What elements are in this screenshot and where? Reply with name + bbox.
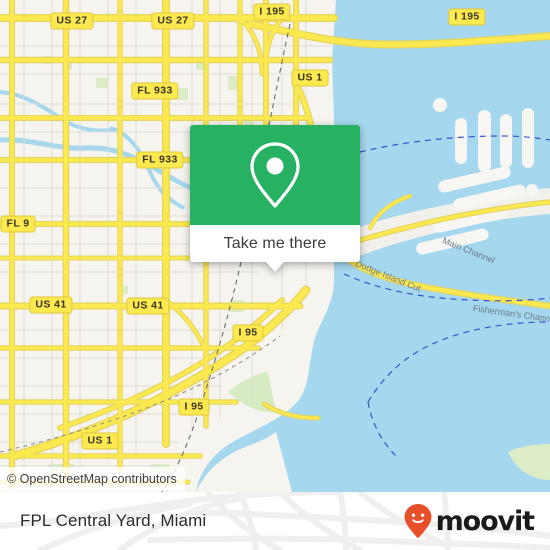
road-shield: US 41 <box>126 297 170 315</box>
callout-action-area[interactable]: Take me there <box>190 225 360 272</box>
footer-content: FPL Central Yard, Miami moovit <box>0 492 550 550</box>
road-shield: US 1 <box>291 69 329 87</box>
road-shield: I 195 <box>448 8 486 26</box>
road-shield: US 27 <box>50 12 94 30</box>
road-shield: I 195 <box>253 3 291 21</box>
road-shield: FL 9 <box>0 215 36 233</box>
road-shield: US 1 <box>81 432 119 450</box>
road-shield: I 95 <box>178 398 210 416</box>
road-shield: FL 933 <box>136 151 184 169</box>
moovit-smiley-pin-icon <box>404 504 432 538</box>
osm-attribution: © OpenStreetMap contributors <box>0 467 185 491</box>
take-me-there-callout[interactable]: Take me there <box>190 125 360 272</box>
place-title: FPL Central Yard, Miami <box>20 511 207 530</box>
map-pin-icon <box>250 142 300 208</box>
moovit-wordmark: moovit <box>435 505 536 537</box>
road-shield: US 27 <box>151 12 195 30</box>
take-me-there-label: Take me there <box>223 234 327 252</box>
road-shield: I 95 <box>232 324 264 342</box>
moovit-map-screen: US 27 US 27 I 195 I 195 FL 933 US 1 FL 9… <box>0 0 550 550</box>
footer-bar: FPL Central Yard, Miami moovit <box>0 492 550 550</box>
callout-pointer-tail <box>266 262 284 272</box>
road-shield: FL 933 <box>131 82 179 100</box>
road-shield: US 41 <box>29 296 73 314</box>
callout-icon-area <box>190 125 360 225</box>
map-canvas[interactable]: US 27 US 27 I 195 I 195 FL 933 US 1 FL 9… <box>0 0 550 492</box>
moovit-brand[interactable]: moovit <box>403 503 536 539</box>
